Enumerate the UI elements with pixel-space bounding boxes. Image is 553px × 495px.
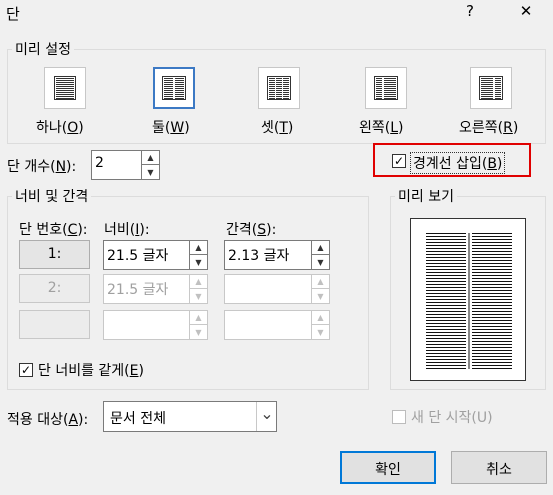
apply-to-dropdown[interactable]: 문서 전체 ⌄ [103, 401, 277, 432]
preset-left[interactable] [365, 67, 407, 109]
spin-down-icon: ▼ [317, 327, 324, 337]
spin-up-icon: ▲ [312, 311, 329, 325]
equal-width-checkbox[interactable]: ✓ [19, 363, 33, 377]
width-header: 너비(I): [104, 222, 150, 238]
width-spinner-3: ▲ ▼ [189, 310, 208, 340]
cancel-button[interactable]: 취소 [451, 451, 547, 484]
spin-up-icon: ▲ [190, 275, 207, 289]
chevron-down-icon[interactable]: ⌄ [256, 402, 277, 431]
presets-group-label: 미리 설정 [12, 39, 74, 59]
spacing-input-2 [224, 274, 312, 304]
spin-up-icon[interactable]: ▲ [142, 151, 159, 165]
column-count-input[interactable]: 2 [91, 150, 142, 180]
preset-right[interactable] [470, 67, 512, 109]
spacing-header: 간격(S): [226, 222, 277, 238]
spacing-spinner-2: ▲ ▼ [311, 274, 330, 304]
preset-two-label[interactable]: 둘(W) [152, 117, 190, 137]
preview-group-label: 미리 보기 [395, 186, 457, 206]
spacing-input-1[interactable]: 2.13 글자 [224, 240, 312, 270]
column-number-1: 1: [19, 240, 90, 269]
spin-down-icon[interactable]: ▼ [312, 255, 329, 269]
spacing-spinner-1[interactable]: ▲ ▼ [311, 240, 330, 270]
spin-down-icon: ▼ [195, 291, 202, 301]
spin-up-icon[interactable]: ▲ [190, 241, 207, 255]
new-column-label: 새 단 시작(U) [411, 410, 493, 426]
width-spinner-1[interactable]: ▲ ▼ [189, 240, 208, 270]
preset-right-label[interactable]: 오른쪽(R) [459, 117, 518, 137]
right-columns-icon [479, 76, 503, 100]
spin-down-icon[interactable]: ▼ [142, 165, 159, 179]
preview-page [410, 218, 526, 381]
line-between-label[interactable]: 경계선 삽입(B) [410, 152, 506, 174]
width-input-1[interactable]: 21.5 글자 [103, 240, 190, 270]
width-spacing-group-label: 너비 및 간격 [12, 186, 92, 206]
spacing-input-3 [224, 310, 312, 340]
width-input-3 [103, 310, 190, 340]
spin-down-icon[interactable]: ▼ [190, 255, 207, 269]
one-column-icon [54, 76, 76, 100]
preset-three[interactable] [258, 67, 300, 109]
left-columns-icon [374, 76, 398, 100]
preset-three-label[interactable]: 셋(T) [261, 117, 293, 137]
line-between-checkbox[interactable]: ✓ [392, 154, 406, 168]
close-button[interactable]: ✕ [516, 2, 536, 20]
ok-button[interactable]: 확인 [340, 451, 436, 484]
dialog-title: 단 [6, 5, 20, 23]
column-count-label: 단 개수(N): [7, 159, 77, 175]
equal-width-label[interactable]: 단 너비를 같게(E) [38, 360, 144, 380]
spin-up-icon: ▲ [190, 311, 207, 325]
spin-down-icon: ▼ [195, 327, 202, 337]
three-columns-icon [267, 76, 291, 100]
two-columns-icon [162, 76, 186, 100]
new-column-checkbox [392, 410, 406, 424]
width-input-2: 21.5 글자 [103, 274, 190, 304]
column-count-spinner[interactable]: ▲ ▼ [141, 150, 160, 180]
preset-left-label[interactable]: 왼쪽(L) [359, 117, 404, 137]
spin-up-icon[interactable]: ▲ [312, 241, 329, 255]
apply-to-value: 문서 전체 [110, 411, 166, 427]
help-button[interactable]: ? [460, 2, 480, 20]
column-number-3 [19, 310, 90, 339]
preview-columns-image [426, 233, 512, 369]
width-spinner-2: ▲ ▼ [189, 274, 208, 304]
spin-down-icon: ▼ [317, 291, 324, 301]
column-number-header: 단 번호(C): [19, 222, 88, 238]
column-number-2: 2: [19, 274, 90, 303]
preset-one[interactable] [44, 67, 86, 109]
apply-to-label: 적용 대상(A): [7, 412, 89, 428]
preset-two[interactable] [153, 67, 195, 109]
preset-one-label[interactable]: 하나(O) [36, 117, 84, 137]
spacing-spinner-3: ▲ ▼ [311, 310, 330, 340]
spin-up-icon: ▲ [312, 275, 329, 289]
